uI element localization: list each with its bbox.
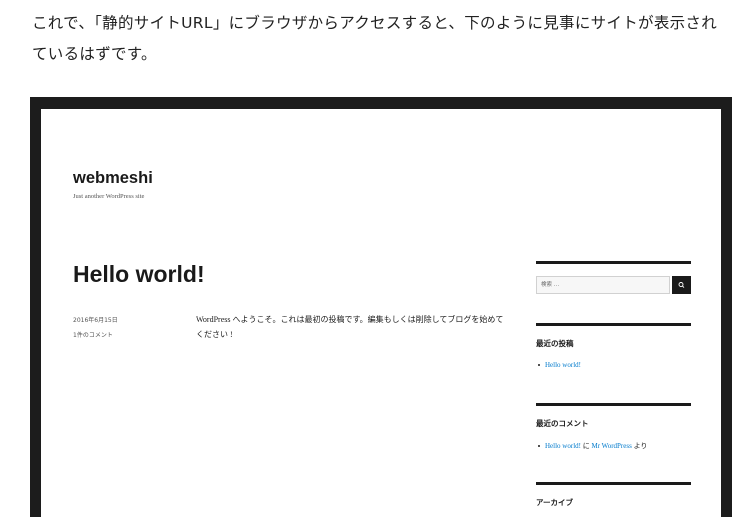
search-icon xyxy=(678,282,685,288)
recent-comments-title: 最近のコメント xyxy=(536,419,589,428)
recent-post-item[interactable]: Hello world! xyxy=(538,361,581,369)
site-description: Just another WordPress site xyxy=(73,193,145,200)
widget-divider xyxy=(536,482,691,485)
recent-comment-item: Hello world! に Mr WordPress より xyxy=(538,441,647,451)
bullet xyxy=(538,445,540,448)
comment-connector: に xyxy=(582,442,590,450)
post-title[interactable]: Hello world! xyxy=(73,261,205,288)
bullet xyxy=(538,364,540,367)
site-screenshot: webmeshi Just another WordPress site Hel… xyxy=(30,97,732,517)
post-comments-link[interactable]: 1件のコメント xyxy=(73,330,113,339)
post-body: WordPress へようこそ。これは最初の投稿です。編集もしくは削除してブログ… xyxy=(196,315,504,339)
recent-posts-title: 最近の投稿 xyxy=(536,339,574,348)
search-button[interactable] xyxy=(672,276,691,294)
article-paragraph: これで、「静的サイトURL」にブラウザからアクセスすると、下のように見事にサイト… xyxy=(32,14,718,63)
site-page: webmeshi Just another WordPress site Hel… xyxy=(41,109,721,517)
comment-author-link[interactable]: Mr WordPress xyxy=(591,442,631,450)
comment-post-link[interactable]: Hello world! xyxy=(545,442,581,450)
search-input[interactable]: 検索 … xyxy=(536,276,670,294)
recent-post-link[interactable]: Hello world! xyxy=(545,361,581,369)
post-date[interactable]: 2016年6月15日 xyxy=(73,315,118,324)
widget-divider xyxy=(536,323,691,326)
archives-title: アーカイブ xyxy=(536,498,574,507)
site-title[interactable]: webmeshi xyxy=(73,169,153,188)
comment-suffix: より xyxy=(633,442,648,450)
widget-divider xyxy=(536,403,691,406)
widget-divider xyxy=(536,261,691,264)
